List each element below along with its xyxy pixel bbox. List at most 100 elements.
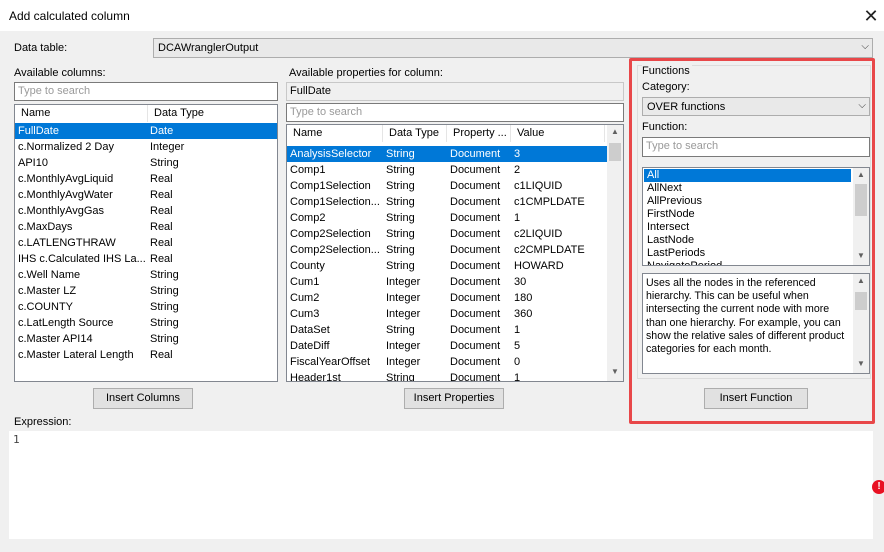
property-cell-data-type: Integer [386, 356, 421, 368]
column-cell-name: c.COUNTY [18, 301, 73, 313]
scroll-down-icon[interactable]: ▼ [607, 367, 623, 376]
column-cell-name: c.Well Name [18, 269, 81, 281]
property-header-name[interactable]: Name [287, 125, 383, 142]
column-row[interactable]: c.LatLength Source String [15, 315, 277, 331]
property-cell-name: Header1st [290, 372, 341, 382]
expression-editor[interactable]: 1 [9, 431, 873, 539]
column-cell-name: c.Normalized 2 Day [18, 141, 114, 153]
property-header-type[interactable]: Property ... [447, 125, 511, 142]
column-cell-name: c.Master API14 [18, 333, 93, 345]
scroll-up-icon[interactable]: ▲ [607, 127, 623, 136]
property-cell-type: Document [450, 164, 501, 176]
property-cell-name: Cum1 [290, 276, 320, 288]
property-row[interactable]: County String Document HOWARD [287, 258, 607, 274]
column-row[interactable]: c.COUNTY String [15, 299, 277, 315]
property-cell-name: DataSet [290, 324, 330, 336]
column-row[interactable]: c.Well Name String [15, 267, 277, 283]
column-cell-data-type: Real [150, 205, 173, 217]
property-cell-type: Document [450, 180, 501, 192]
property-cell-type: Document [450, 148, 501, 160]
property-cell-type: Document [450, 196, 501, 208]
property-row[interactable]: Comp1 String Document 2 [287, 162, 607, 178]
column-cell-name: IHS c.Calculated IHS La... [18, 253, 146, 265]
property-row[interactable]: Comp1Selection... String Document c1CMPLDAT… [287, 194, 607, 210]
property-cell-value: 1 [514, 324, 521, 336]
property-header-data-type[interactable]: Data Type [383, 125, 447, 142]
property-row[interactable]: DateDiff Integer Document 5 [287, 338, 607, 354]
property-row[interactable]: Cum1 Integer Document 30 [287, 274, 607, 290]
column-cell-data-type: String [150, 269, 179, 281]
column-cell-name: c.LatLength Source [18, 317, 114, 329]
property-cell-value: 180 [514, 292, 533, 304]
column-cell-data-type: String [150, 317, 179, 329]
column-row[interactable]: c.LATLENGTHRAW Real [15, 235, 277, 251]
column-header-name[interactable]: Name [15, 105, 148, 122]
property-cell-value: 0 [514, 356, 521, 368]
column-row[interactable]: c.Master Lateral Length Real [15, 347, 277, 363]
property-row[interactable]: Header1st String Document 1 [287, 370, 607, 382]
column-cell-data-type: Real [150, 253, 173, 265]
properties-scroll-thumb[interactable] [609, 143, 621, 161]
property-cell-name: DateDiff [290, 340, 330, 352]
data-table-select[interactable]: DCAWranglerOutput ⌵ [153, 38, 873, 58]
column-cell-data-type: Real [150, 189, 173, 201]
property-row[interactable]: Cum3 Integer Document 360 [287, 306, 607, 322]
property-cell-name: Comp1Selection... [290, 196, 380, 208]
column-header-data-type[interactable]: Data Type [148, 105, 277, 122]
property-cell-name: Comp1 [290, 164, 326, 176]
property-cell-name: County [290, 260, 325, 272]
available-columns-label: Available columns: [14, 67, 106, 79]
property-cell-value: 1 [514, 212, 521, 224]
property-cell-data-type: Integer [386, 308, 421, 320]
column-row[interactable]: c.Normalized 2 Day Integer [15, 139, 277, 155]
property-row[interactable]: Cum2 Integer Document 180 [287, 290, 607, 306]
available-columns-list[interactable]: Name Data Type FullDate Date c.Normalized … [14, 104, 278, 382]
property-cell-type: Document [450, 276, 501, 288]
column-row[interactable]: c.MonthlyAvgWater Real [15, 187, 277, 203]
insert-columns-button[interactable]: Insert Columns [93, 388, 193, 409]
property-cell-value: 360 [514, 308, 533, 320]
close-icon[interactable]: ✕ [858, 3, 884, 29]
property-cell-type: Document [450, 260, 501, 272]
column-row[interactable]: c.Master LZ String [15, 283, 277, 299]
property-cell-value: 3 [514, 148, 521, 160]
property-cell-data-type: String [386, 196, 415, 208]
property-row[interactable]: AnalysisSelector String Document 3 [287, 146, 607, 162]
data-table-label: Data table: [14, 42, 68, 54]
column-row[interactable]: API10 String [15, 155, 277, 171]
property-row[interactable]: Comp1Selection String Document c1LIQUID [287, 178, 607, 194]
columns-search-placeholder: Type to search [18, 85, 91, 97]
insert-properties-button[interactable]: Insert Properties [404, 388, 504, 409]
column-row[interactable]: c.MaxDays Real [15, 219, 277, 235]
column-row[interactable]: IHS c.Calculated IHS La... Real [15, 251, 277, 267]
column-row[interactable]: c.Master API14 String [15, 331, 277, 347]
column-row[interactable]: FullDate Date [15, 123, 277, 139]
property-header-value[interactable]: Value [511, 125, 605, 142]
property-cell-type: Document [450, 372, 501, 382]
column-row[interactable]: c.MonthlyAvgGas Real [15, 203, 277, 219]
column-row[interactable]: c.MonthlyAvgLiquid Real [15, 171, 277, 187]
properties-scrollbar[interactable]: ▲ ▼ [607, 125, 623, 381]
error-icon[interactable]: ! [872, 480, 884, 494]
column-cell-name: c.Master Lateral Length [18, 349, 134, 361]
available-properties-list[interactable]: Name Data Type Property ... Value ▲ ▼ An… [286, 124, 624, 382]
column-cell-name: c.MonthlyAvgLiquid [18, 173, 114, 185]
column-cell-data-type: String [150, 301, 179, 313]
column-cell-data-type: Real [150, 221, 173, 233]
column-cell-data-type: String [150, 157, 179, 169]
property-row[interactable]: Comp2Selection String Document c2LIQUID [287, 226, 607, 242]
property-row[interactable]: Comp2Selection... String Document c2CMPLDAT… [287, 242, 607, 258]
columns-search-input[interactable]: Type to search [14, 82, 278, 101]
property-cell-name: Comp2Selection... [290, 244, 380, 256]
expression-label: Expression: [14, 416, 72, 428]
functions-highlight-box [629, 58, 875, 424]
property-row[interactable]: DataSet String Document 1 [287, 322, 607, 338]
properties-search-input[interactable]: Type to search [286, 103, 624, 122]
property-cell-type: Document [450, 212, 501, 224]
property-row[interactable]: Comp2 String Document 1 [287, 210, 607, 226]
expression-line-number: 1 [13, 433, 20, 446]
property-cell-name: Comp2 [290, 212, 326, 224]
property-row[interactable]: FiscalYearOffset Integer Document 0 [287, 354, 607, 370]
property-cell-type: Document [450, 340, 501, 352]
properties-search-placeholder: Type to search [290, 106, 363, 118]
